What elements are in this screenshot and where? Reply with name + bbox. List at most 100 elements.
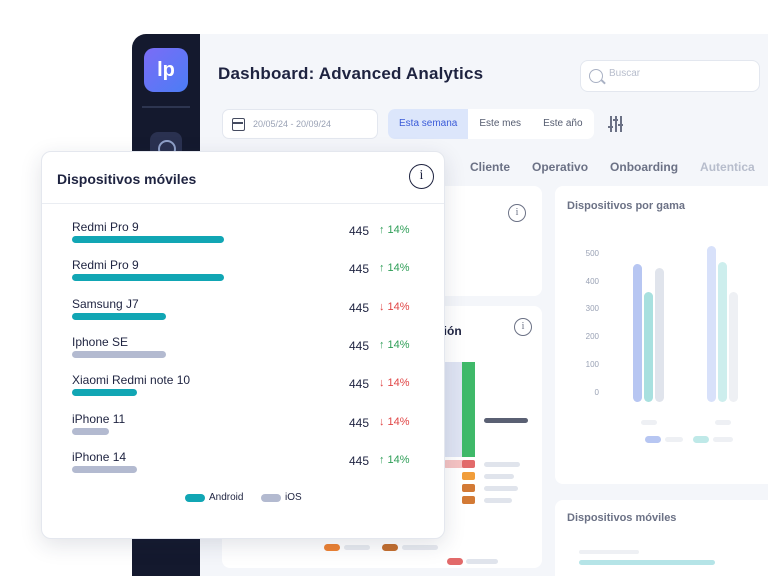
- table-row: Redmi Pro 9 445 ↑ 14%: [72, 258, 417, 290]
- legend-line-light: [344, 545, 370, 550]
- legend-label: Android: [209, 492, 244, 503]
- gama-bar: [718, 262, 727, 402]
- search-box[interactable]: [580, 60, 760, 92]
- stacked-segment-red: [462, 460, 475, 468]
- table-row: Redmi Pro 9 445 ↑ 14%: [72, 220, 417, 252]
- legend-line-light: [484, 486, 518, 491]
- stacked-segment-brown: [462, 484, 475, 492]
- stacked-bar-gray: [442, 362, 462, 457]
- moviles-card-background: Dispositivos móviles: [555, 500, 768, 576]
- filter-sliders-icon[interactable]: [608, 116, 624, 132]
- y-tick: 400: [585, 277, 599, 286]
- device-count: 445: [349, 338, 370, 353]
- list-bar-placeholder: [579, 550, 639, 554]
- device-count: 445: [349, 453, 370, 468]
- stacked-bar-green: [462, 362, 475, 457]
- card-title: Dispositivos móviles: [57, 171, 197, 187]
- legend-item-ios: iOS: [261, 492, 302, 503]
- tab-operativo[interactable]: Operativo: [532, 160, 588, 174]
- legend-line-light: [484, 474, 514, 479]
- y-tick: 100: [585, 360, 599, 369]
- legend-swatch: [185, 493, 205, 502]
- device-count: 445: [349, 300, 370, 315]
- stacked-segment-orange: [462, 472, 475, 480]
- legend-swatch: [261, 493, 281, 502]
- device-bar: [72, 427, 109, 435]
- device-count: 445: [349, 262, 370, 277]
- device-name: Xiaomi Redmi note 10: [72, 373, 191, 388]
- trend-up-icon: ↑ 14%: [379, 338, 410, 351]
- date-range-picker[interactable]: 20/05/24 - 20/09/24: [222, 109, 378, 139]
- device-name: Iphone SE: [72, 334, 129, 349]
- period-week-button[interactable]: Esta semana: [388, 109, 469, 139]
- legend-label: iOS: [285, 492, 302, 503]
- table-row: Samsung J7 445 ↓ 14%: [72, 297, 417, 329]
- period-selector: Esta semana Este mes Este año: [388, 109, 594, 139]
- device-name: iPhone 14: [72, 449, 127, 464]
- list-bar-teal: [579, 560, 715, 565]
- tab-cliente[interactable]: Cliente: [470, 160, 510, 174]
- y-tick: 0: [594, 388, 599, 397]
- gama-bar: [655, 268, 664, 402]
- table-row: Iphone SE 445 ↑ 14%: [72, 335, 417, 367]
- gama-bar: [633, 264, 642, 402]
- table-row: iPhone 11 445 ↓ 14%: [72, 412, 417, 444]
- device-name: Samsung J7: [72, 296, 139, 311]
- stacked-segment-brown: [462, 496, 475, 504]
- info-icon[interactable]: i: [514, 318, 532, 336]
- section-tabs: Cliente Operativo Onboarding Autentica: [470, 160, 755, 174]
- table-row: iPhone 14 445 ↑ 14%: [72, 450, 417, 482]
- legend-swatch-red: [447, 558, 463, 565]
- device-count: 445: [349, 377, 370, 392]
- trend-up-icon: ↑ 14%: [379, 224, 410, 236]
- period-year-button[interactable]: Este año: [532, 109, 593, 139]
- device-bar: [72, 236, 224, 243]
- y-tick: 500: [585, 249, 599, 258]
- moviles-card-title: Dispositivos móviles: [567, 512, 677, 524]
- card-divider: [42, 203, 444, 204]
- app-logo[interactable]: lp: [144, 48, 188, 92]
- tab-autenticacion[interactable]: Autentica: [700, 160, 755, 174]
- legend-line-light: [665, 437, 683, 442]
- device-bar: [72, 274, 224, 282]
- legend-line-dark: [484, 418, 528, 423]
- device-bar: [72, 465, 137, 473]
- legend-swatch-blue: [645, 436, 661, 443]
- x-label-placeholder: [641, 420, 657, 425]
- legend-line-light: [402, 545, 438, 550]
- trend-up-icon: ↑ 14%: [379, 453, 410, 466]
- y-tick: 200: [585, 332, 599, 341]
- device-count: 445: [349, 415, 370, 430]
- info-icon[interactable]: i: [409, 164, 434, 189]
- page-title: Dashboard: Advanced Analytics: [218, 64, 484, 83]
- trend-down-icon: ↓ 14%: [379, 300, 410, 313]
- trend-down-icon: ↓ 14%: [379, 377, 410, 390]
- legend-swatch-brown: [382, 544, 398, 551]
- legend-line-light: [713, 437, 733, 442]
- calendar-icon: [232, 118, 245, 131]
- device-name: Redmi Pro 9: [72, 220, 139, 234]
- gama-chart-title: Dispositivos por gama: [567, 200, 685, 212]
- device-bar: [72, 350, 166, 358]
- info-icon[interactable]: i: [508, 204, 526, 222]
- search-input[interactable]: [609, 68, 749, 79]
- device-bar: [72, 312, 166, 320]
- device-name: iPhone 11: [72, 411, 126, 426]
- gama-bar: [707, 246, 716, 402]
- legend-swatch-teal: [693, 436, 709, 443]
- y-tick: 300: [585, 304, 599, 313]
- trend-down-icon: ↓ 14%: [379, 415, 410, 428]
- sidebar-divider: [142, 106, 190, 108]
- period-month-button[interactable]: Este mes: [468, 109, 532, 139]
- tab-onboarding[interactable]: Onboarding: [610, 160, 678, 174]
- mobile-devices-card: Dispositivos móviles i Redmi Pro 9 445 ↑ 1…: [41, 151, 445, 539]
- legend-line-light: [484, 498, 512, 503]
- legend-line-light: [484, 462, 520, 467]
- legend-item-android: Android: [185, 492, 243, 503]
- legend-swatch-orange: [324, 544, 340, 551]
- x-label-placeholder: [715, 420, 731, 425]
- search-icon: [589, 69, 603, 83]
- legend-line-light: [466, 559, 498, 564]
- gama-bar: [729, 292, 738, 402]
- trend-up-icon: ↑ 14%: [379, 262, 410, 275]
